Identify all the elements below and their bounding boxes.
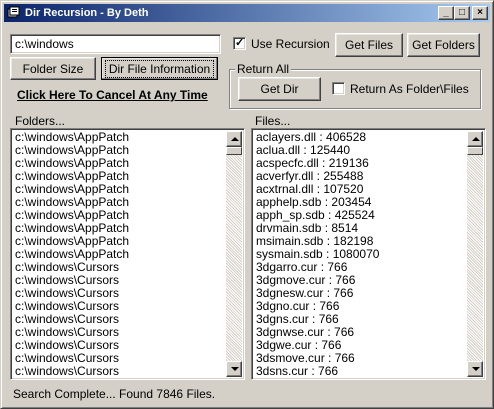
get-dir-label: Get Dir — [260, 82, 299, 96]
files-listbox[interactable]: aclayers.dll : 406528 aclua.dll : 125440 a… — [251, 128, 486, 380]
return-as-checkbox[interactable] — [332, 82, 345, 95]
arrow-up-icon — [231, 137, 239, 141]
folders-scrollbar[interactable] — [226, 131, 242, 377]
folders-label: Folders... — [15, 114, 66, 128]
files-list: aclayers.dll : 406528 aclua.dll : 125440 a… — [254, 131, 467, 377]
files-label: Files... — [255, 114, 291, 128]
folder-size-label: Folder Size — [22, 61, 84, 76]
window-title: Dir Recursion - By Deth — [25, 7, 149, 19]
files-scroll-down-button[interactable] — [467, 361, 483, 377]
return-all-legend: Return All — [235, 62, 292, 76]
arrow-down-icon — [231, 367, 239, 371]
minimize-icon: _ — [443, 7, 449, 18]
folders-scroll-thumb[interactable] — [226, 147, 242, 155]
get-files-label: Get Files — [344, 38, 393, 52]
get-dir-button[interactable]: Get Dir — [238, 77, 321, 101]
path-input-value: c:\windows — [15, 37, 74, 51]
dir-file-info-button[interactable]: Dir File Information — [101, 57, 218, 80]
close-icon: × — [477, 7, 483, 18]
files-scroll-thumb[interactable] — [467, 147, 483, 155]
arrow-down-icon — [472, 367, 480, 371]
files-scroll-up-button[interactable] — [467, 131, 483, 147]
maximize-button[interactable]: □ — [454, 6, 470, 20]
return-as-label[interactable]: Return As Folder\Files — [350, 82, 469, 96]
arrow-up-icon — [472, 137, 480, 141]
app-window: Dir Recursion - By Deth _ □ × c:\windows… — [0, 0, 494, 409]
list-item[interactable]: 3dsns.cur : 766 — [254, 365, 467, 378]
use-recursion-checkbox[interactable]: ✓ — [233, 37, 246, 50]
cancel-link[interactable]: Click Here To Cancel At Any Time — [17, 88, 208, 102]
use-recursion-label[interactable]: Use Recursion — [251, 37, 330, 51]
title-bar[interactable]: Dir Recursion - By Deth _ □ × — [4, 4, 490, 22]
minimize-button[interactable]: _ — [438, 6, 454, 20]
dir-file-info-label: Dir File Information — [104, 59, 215, 78]
get-folders-button[interactable]: Get Folders — [407, 33, 480, 57]
folders-scroll-down-button[interactable] — [226, 361, 242, 377]
get-files-button[interactable]: Get Files — [335, 33, 403, 57]
folders-listbox[interactable]: c:\windows\AppPatch c:\windows\AppPatch c:… — [10, 128, 245, 380]
path-input[interactable]: c:\windows — [10, 34, 221, 54]
checkmark-icon: ✓ — [235, 37, 245, 49]
get-folders-label: Get Folders — [412, 38, 475, 52]
maximize-icon: □ — [458, 7, 466, 18]
status-text: Search Complete... Found 7846 Files. — [13, 387, 216, 401]
list-item[interactable]: c:\windows\Cursors — [13, 365, 226, 378]
files-scrollbar[interactable] — [467, 131, 483, 377]
close-button[interactable]: × — [472, 6, 488, 20]
folders-list: c:\windows\AppPatch c:\windows\AppPatch c:… — [13, 131, 226, 377]
folder-size-button[interactable]: Folder Size — [10, 57, 96, 80]
app-icon — [7, 6, 20, 18]
folders-scroll-up-button[interactable] — [226, 131, 242, 147]
